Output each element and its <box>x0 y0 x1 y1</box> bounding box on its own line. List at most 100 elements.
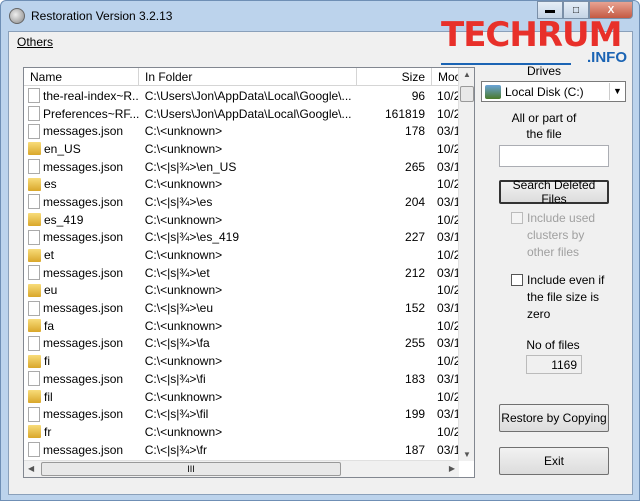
name-text: messages.json <box>43 442 124 457</box>
filename-input[interactable] <box>499 145 609 167</box>
scroll-right-icon[interactable]: ▶ <box>449 464 455 473</box>
table-row[interactable]: messages.json C:\<unknown> 178 03/1 <box>24 122 459 140</box>
cell-size: 204 <box>405 194 426 209</box>
drives-label: Drives <box>526 64 561 78</box>
file-icon <box>28 159 40 175</box>
table-row[interactable]: Preferences~RF... C:\Users\Jon\AppData\Lo… <box>24 105 459 123</box>
cell-size: 96 <box>411 88 426 103</box>
include-even-checkbox[interactable] <box>511 274 523 286</box>
cell-modified: 03/1 <box>437 336 459 351</box>
cell-folder: C:\<|s|¾>\eu <box>144 301 214 316</box>
cell-name: messages.json <box>24 335 139 351</box>
table-row[interactable]: fil C:\<unknown> 10/2 <box>24 388 459 406</box>
cell-name: fa <box>24 319 139 333</box>
cell-folder: C:\<unknown> <box>144 389 223 404</box>
table-row[interactable]: et C:\<unknown> 10/2 <box>24 246 459 264</box>
cell-size: 227 <box>405 230 426 245</box>
name-text: es <box>44 177 57 192</box>
exit-button[interactable]: Exit <box>499 447 609 475</box>
column-size[interactable]: Size <box>357 68 432 85</box>
menu-others[interactable]: Others <box>17 35 53 49</box>
table-row[interactable]: eu C:\<unknown> 10/2 <box>24 282 459 300</box>
table-row[interactable]: the-real-index~R... C:\Users\Jon\AppData\… <box>24 87 459 105</box>
cell-modified: 03/1 <box>437 407 459 422</box>
name-text: messages.json <box>43 371 124 386</box>
scroll-left-icon[interactable]: ◀ <box>28 464 34 473</box>
folder-icon <box>28 248 41 262</box>
restore-by-copying-button[interactable]: Restore by Copying <box>499 404 609 432</box>
cell-modified: 03/1 <box>437 230 459 245</box>
cell-modified: 03/1 <box>437 265 459 280</box>
table-row[interactable]: messages.json C:\<|s|¾>\fa 255 03/1 <box>24 335 459 353</box>
cell-folder: C:\<|s|¾>\es_419 <box>144 230 240 245</box>
cell-name: es <box>24 177 139 191</box>
file-list[interactable]: Name In Folder Size Moc the-real-index~R… <box>23 67 475 478</box>
include-used-checkbox[interactable] <box>511 212 523 224</box>
column-name[interactable]: Name <box>24 68 139 85</box>
name-text: messages.json <box>43 407 124 422</box>
cell-folder: C:\<unknown> <box>144 354 223 369</box>
column-modified[interactable]: Moc <box>432 68 460 85</box>
cell-folder: C:\<|s|¾>\fr <box>144 442 207 457</box>
cell-size: 187 <box>405 442 426 457</box>
include-used-option: Include used clusters by other files <box>511 210 617 261</box>
cell-modified: 10/2 <box>437 283 459 298</box>
cell-folder: C:\<|s|¾>\en_US <box>144 159 237 174</box>
horizontal-scrollbar[interactable]: ◀ III ▶ <box>24 460 459 477</box>
table-row[interactable]: messages.json C:\<|s|¾>\fil 199 03/1 <box>24 405 459 423</box>
table-row[interactable]: fr C:\<unknown> 10/2 <box>24 423 459 441</box>
folder-icon <box>28 354 41 368</box>
file-icon <box>28 123 40 139</box>
table-row[interactable]: messages.json C:\<|s|¾>\es_419 227 03/1 <box>24 229 459 247</box>
table-row[interactable]: messages.json C:\<|s|¾>\fi 183 03/1 <box>24 370 459 388</box>
drive-icon <box>485 84 501 99</box>
cell-folder: C:\<unknown> <box>144 318 223 333</box>
table-row[interactable]: messages.json C:\<|s|¾>\eu 152 03/1 <box>24 299 459 317</box>
table-row[interactable]: fi C:\<unknown> 10/2 <box>24 352 459 370</box>
table-row[interactable]: es_419 C:\<unknown> 10/2 <box>24 211 459 229</box>
table-row[interactable]: en_US C:\<unknown> 10/2 <box>24 140 459 158</box>
chevron-down-icon[interactable]: ▼ <box>609 83 625 100</box>
file-icon <box>28 265 40 281</box>
table-row[interactable]: messages.json C:\<|s|¾>\en_US 265 03/1 <box>24 158 459 176</box>
cell-folder: C:\<|s|¾>\es <box>144 194 213 209</box>
drive-select[interactable]: Local Disk (C:) ▼ <box>481 81 626 102</box>
cell-name: fi <box>24 354 139 368</box>
table-row[interactable]: fa C:\<unknown> 10/2 <box>24 317 459 335</box>
cell-folder: C:\Users\Jon\AppData\Local\Google\... <box>144 106 352 121</box>
cell-name: et <box>24 248 139 262</box>
name-text: the-real-index~R... <box>43 88 139 103</box>
cell-folder: C:\<unknown> <box>144 283 223 298</box>
name-text: messages.json <box>43 301 124 316</box>
name-text: fa <box>44 318 55 333</box>
folder-icon <box>28 283 41 297</box>
cell-name: eu <box>24 283 139 297</box>
cell-size: 212 <box>405 265 426 280</box>
cell-folder: C:\<unknown> <box>144 177 223 192</box>
restore-label: Restore by Copying <box>501 411 607 425</box>
cell-modified: 03/1 <box>437 442 459 457</box>
exit-label: Exit <box>543 454 564 468</box>
no-of-files-label: No of files <box>526 338 580 352</box>
file-icon <box>28 194 40 210</box>
cell-name: messages.json <box>24 194 139 210</box>
cell-modified: 10/2 <box>437 106 459 121</box>
cell-name: en_US <box>24 142 139 156</box>
cell-modified: 10/2 <box>437 88 459 103</box>
table-row[interactable]: messages.json C:\<|s|¾>\es 204 03/1 <box>24 193 459 211</box>
table-row[interactable]: es C:\<unknown> 10/2 <box>24 175 459 193</box>
table-row[interactable]: messages.json C:\<|s|¾>\fr 187 03/1 <box>24 441 459 459</box>
hscroll-thumb[interactable]: III <box>41 462 341 476</box>
file-icon <box>28 335 40 351</box>
column-in-folder[interactable]: In Folder <box>139 68 357 85</box>
scroll-down-icon[interactable]: ▼ <box>463 450 471 459</box>
table-row[interactable]: messages.json C:\<|s|¾>\et 212 03/1 <box>24 264 459 282</box>
cell-modified: 10/2 <box>437 424 459 439</box>
cell-modified: 03/1 <box>437 194 459 209</box>
cell-folder: C:\<unknown> <box>144 248 223 263</box>
scroll-up-icon[interactable]: ▲ <box>463 70 471 79</box>
folder-icon <box>28 425 41 439</box>
search-deleted-files-button[interactable]: Search Deleted Files <box>499 178 609 206</box>
cell-size: 265 <box>405 159 426 174</box>
cell-size: 161819 <box>385 106 426 121</box>
